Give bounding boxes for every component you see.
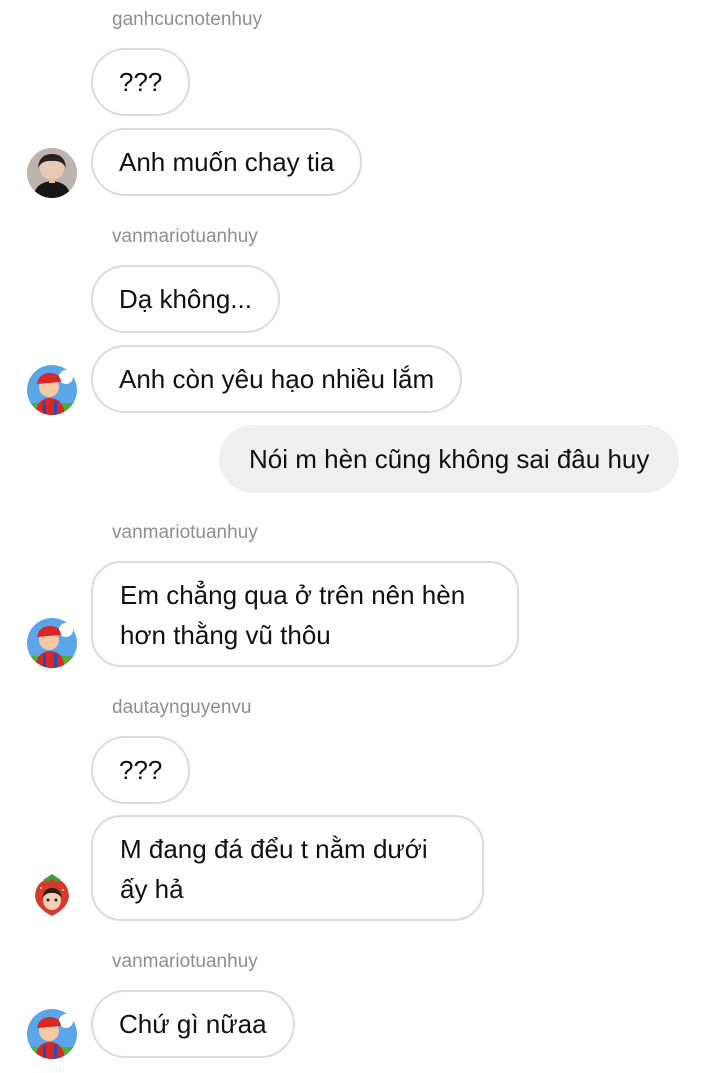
outgoing-message-bubble[interactable]: Nói m hèn cũng không sai đâu huy [219, 425, 680, 493]
message-bubble[interactable]: M đang đá đểu t nằm dưới ấy hả [91, 815, 484, 921]
message-bubble[interactable]: ??? [91, 48, 191, 116]
message-bubble[interactable]: Anh muốn chay tia [91, 128, 363, 196]
sender-username[interactable]: ganhcucnotenhuy [112, 10, 262, 29]
sender-username[interactable]: vanmariotuanhuy [112, 952, 258, 971]
avatar[interactable] [27, 618, 77, 668]
avatar[interactable] [27, 148, 77, 198]
message-bubble[interactable]: Em chẳng qua ở trên nên hèn hơn thằng vũ… [91, 561, 519, 667]
avatar[interactable] [27, 365, 77, 415]
avatar[interactable] [27, 872, 77, 922]
sender-username[interactable]: dautaynguyenvu [112, 698, 251, 717]
message-bubble[interactable]: ??? [91, 736, 191, 804]
sender-username[interactable]: vanmariotuanhuy [112, 523, 258, 542]
avatar-mario-icon [27, 618, 77, 668]
avatar[interactable] [27, 1009, 77, 1059]
avatar-mario-icon [27, 1009, 77, 1059]
avatar-strawberry-character-icon [27, 872, 77, 922]
sender-username[interactable]: vanmariotuanhuy [112, 227, 258, 246]
message-bubble[interactable]: Chứ gì nữaa [91, 990, 295, 1058]
avatar-mario-icon [27, 365, 77, 415]
message-bubble[interactable]: Dạ không... [91, 265, 280, 333]
avatar-photo-dark-hair-icon [27, 148, 77, 198]
message-bubble[interactable]: Anh còn yêu hạo nhiều lắm [91, 345, 463, 413]
